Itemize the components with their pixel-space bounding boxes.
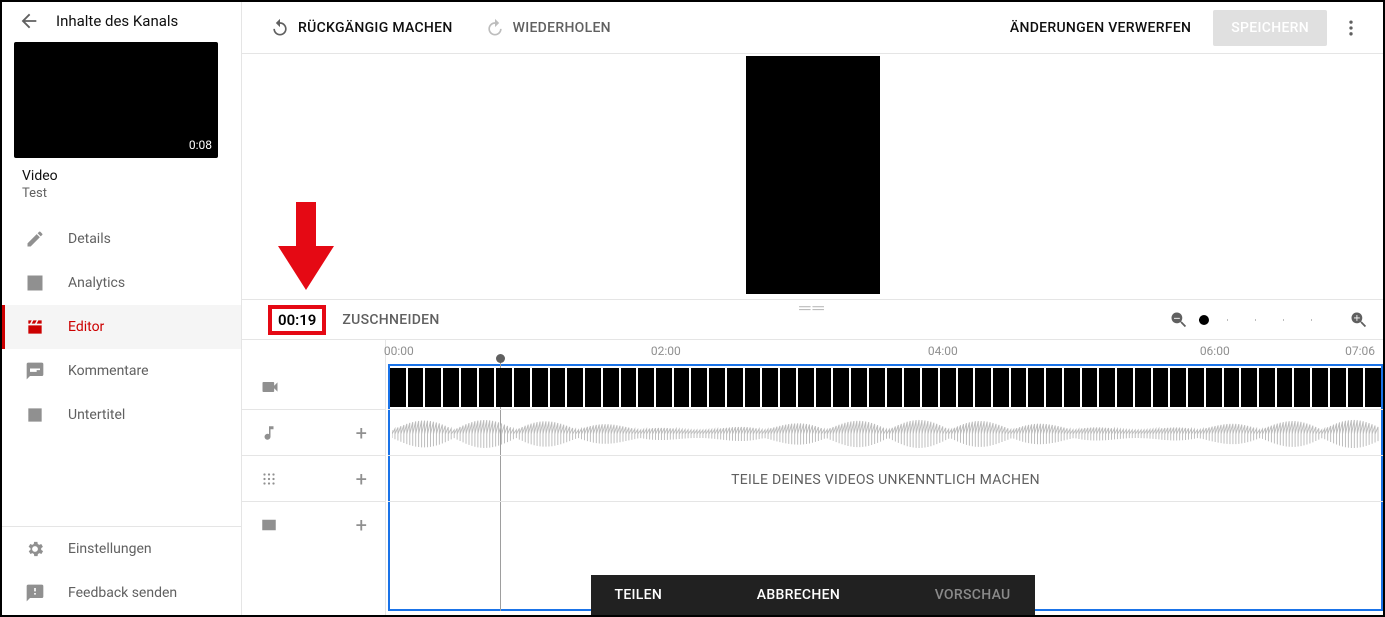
add-endscreen-button[interactable]: + <box>356 513 367 537</box>
sidebar-title[interactable]: Inhalte des Kanals <box>56 12 178 30</box>
sidebar-item-label: Untertitel <box>68 407 125 423</box>
video-player[interactable] <box>746 56 880 294</box>
redo-label: WIEDERHOLEN <box>513 20 611 36</box>
waveform <box>392 418 1379 449</box>
drag-handle-icon[interactable]: ══ <box>799 298 826 318</box>
redo-icon <box>485 18 505 38</box>
sidebar-item-subtitles[interactable]: Untertitel <box>2 393 241 437</box>
feedback-icon <box>24 583 46 603</box>
time-ruler[interactable]: 00:00 02:00 04:00 06:00 07:06 <box>386 340 1375 364</box>
clapperboard-icon <box>24 317 46 337</box>
sidebar-item-label: Kommentare <box>68 363 149 379</box>
video-name: Test <box>22 186 221 201</box>
discard-button[interactable]: ÄNDERUNGEN VERWERFEN <box>996 12 1205 44</box>
video-thumbnail[interactable]: 0:08 <box>14 42 218 158</box>
sidebar-item-label: Editor <box>68 319 104 335</box>
subtitles-icon <box>24 405 46 425</box>
ruler-tick: 07:06 <box>1345 344 1375 358</box>
sidebar-item-label: Details <box>68 231 111 247</box>
track-head-video <box>242 364 385 410</box>
track-head-blur: + <box>242 456 385 502</box>
audio-track[interactable] <box>388 412 1383 456</box>
sidebar-item-label: Einstellungen <box>68 541 152 557</box>
sidebar-item-details[interactable]: Details <box>2 217 241 261</box>
action-bar: TEILEN ABBRECHEN VORSCHAU <box>591 575 1035 615</box>
sidebar-item-label: Analytics <box>68 275 125 291</box>
undo-icon <box>270 18 290 38</box>
ruler-tick: 04:00 <box>928 344 958 358</box>
zoom-slider[interactable] <box>1199 319 1339 321</box>
back-arrow-icon[interactable] <box>18 10 40 32</box>
sidebar-item-feedback[interactable]: Feedback senden <box>2 571 241 615</box>
track-head-audio: + <box>242 410 385 456</box>
annotation-arrow-icon <box>278 202 334 290</box>
ruler-tick: 06:00 <box>1200 344 1230 358</box>
redo-button[interactable]: WIEDERHOLEN <box>473 10 623 46</box>
track-headers: + + + <box>242 340 386 615</box>
editor-main: 00:19 ZUSCHNEIDEN ══ + <box>242 54 1383 615</box>
video-track[interactable] <box>388 366 1383 410</box>
preview-button[interactable]: VORSCHAU <box>935 587 1011 603</box>
sidebar-nav: Details Analytics Editor Kommentare Unte… <box>2 211 241 437</box>
sidebar-item-label: Feedback senden <box>68 585 177 601</box>
track-head-card: + <box>242 502 385 548</box>
blur-track-label: TEILE DEINES VIDEOS UNKENNTLICH MACHEN <box>731 472 1040 488</box>
comments-icon <box>24 361 46 381</box>
more-button[interactable] <box>1335 12 1367 44</box>
video-label: Video <box>22 168 221 184</box>
endscreen-icon <box>260 516 278 534</box>
track-area[interactable]: 00:00 02:00 04:00 06:00 07:06 <box>386 340 1383 615</box>
preview-area <box>242 54 1383 300</box>
zoom-in-icon[interactable] <box>1349 310 1369 330</box>
gear-icon <box>24 539 46 559</box>
analytics-icon <box>24 273 46 293</box>
music-note-icon <box>260 424 278 442</box>
endscreen-track[interactable] <box>388 504 1383 548</box>
trim-button[interactable]: ZUSCHNEIDEN <box>342 312 439 328</box>
blur-track[interactable]: TEILE DEINES VIDEOS UNKENNTLICH MACHEN <box>388 458 1383 502</box>
video-track-icon <box>260 377 280 397</box>
controls-row: 00:19 ZUSCHNEIDEN ══ <box>242 300 1383 340</box>
undo-button[interactable]: RÜCKGÄNGIG MACHEN <box>258 10 465 46</box>
zoom-out-icon[interactable] <box>1169 310 1189 330</box>
current-time[interactable]: 00:19 <box>268 305 326 335</box>
blur-icon <box>260 470 278 488</box>
add-audio-button[interactable]: + <box>356 421 367 445</box>
ruler-tick: 00:00 <box>384 344 414 358</box>
pencil-icon <box>24 229 46 249</box>
undo-label: RÜCKGÄNGIG MACHEN <box>298 20 453 36</box>
ruler-tick: 02:00 <box>651 344 681 358</box>
add-blur-button[interactable]: + <box>356 467 367 491</box>
cancel-button[interactable]: ABBRECHEN <box>757 587 840 603</box>
thumbnail-duration: 0:08 <box>189 138 212 152</box>
save-button[interactable]: SPEICHERN <box>1213 10 1327 46</box>
more-vert-icon <box>1341 18 1361 38</box>
sidebar-item-settings[interactable]: Einstellungen <box>2 527 241 571</box>
sidebar: Inhalte des Kanals 0:08 Video Test Detai… <box>2 2 242 615</box>
timeline: + + + 00:00 02:00 04:00 06:00 07:06 <box>242 340 1383 615</box>
split-button[interactable]: TEILEN <box>615 587 663 603</box>
topbar: RÜCKGÄNGIG MACHEN WIEDERHOLEN ÄNDERUNGEN… <box>242 2 1383 54</box>
sidebar-item-analytics[interactable]: Analytics <box>2 261 241 305</box>
sidebar-item-editor[interactable]: Editor <box>2 305 241 349</box>
sidebar-item-comments[interactable]: Kommentare <box>2 349 241 393</box>
